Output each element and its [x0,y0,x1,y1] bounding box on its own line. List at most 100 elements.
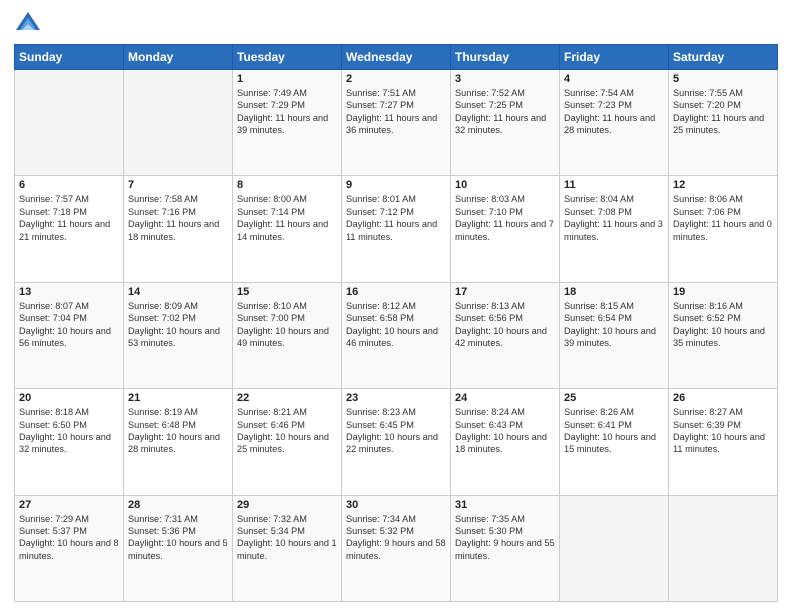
day-number: 27 [19,499,119,511]
day-info: Sunrise: 8:10 AMSunset: 7:00 PMDaylight:… [237,300,337,350]
calendar-cell: 10 Sunrise: 8:03 AMSunset: 7:10 PMDayligh… [451,176,560,282]
day-number: 28 [128,499,228,511]
day-info: Sunrise: 8:16 AMSunset: 6:52 PMDaylight:… [673,300,773,350]
weekday-header-sunday: Sunday [15,45,124,70]
calendar-cell: 24 Sunrise: 8:24 AMSunset: 6:43 PMDayligh… [451,389,560,495]
day-info: Sunrise: 8:27 AMSunset: 6:39 PMDaylight:… [673,406,773,456]
day-info: Sunrise: 8:24 AMSunset: 6:43 PMDaylight:… [455,406,555,456]
weekday-header-thursday: Thursday [451,45,560,70]
weekday-header-saturday: Saturday [669,45,778,70]
calendar-cell: 12 Sunrise: 8:06 AMSunset: 7:06 PMDayligh… [669,176,778,282]
day-number: 18 [564,286,664,298]
calendar-cell [15,70,124,176]
calendar-cell: 5 Sunrise: 7:55 AMSunset: 7:20 PMDaylight… [669,70,778,176]
calendar-cell: 14 Sunrise: 8:09 AMSunset: 7:02 PMDayligh… [124,282,233,388]
calendar-cell: 7 Sunrise: 7:58 AMSunset: 7:16 PMDaylight… [124,176,233,282]
day-number: 15 [237,286,337,298]
calendar-cell: 1 Sunrise: 7:49 AMSunset: 7:29 PMDaylight… [233,70,342,176]
day-number: 3 [455,73,555,85]
day-info: Sunrise: 7:52 AMSunset: 7:25 PMDaylight:… [455,87,555,137]
calendar-cell: 13 Sunrise: 8:07 AMSunset: 7:04 PMDayligh… [15,282,124,388]
day-info: Sunrise: 7:31 AMSunset: 5:36 PMDaylight:… [128,513,228,563]
calendar-cell: 30 Sunrise: 7:34 AMSunset: 5:32 PMDayligh… [342,495,451,601]
day-number: 2 [346,73,446,85]
calendar-cell: 22 Sunrise: 8:21 AMSunset: 6:46 PMDayligh… [233,389,342,495]
calendar-cell: 23Sunrise: 8:23 AMSunset: 6:45 PMDayligh… [342,389,451,495]
day-info: Sunrise: 8:09 AMSunset: 7:02 PMDaylight:… [128,300,228,350]
logo [14,10,46,38]
day-number: 4 [564,73,664,85]
day-number: 5 [673,73,773,85]
calendar-week-1: 1 Sunrise: 7:49 AMSunset: 7:29 PMDaylight… [15,70,778,176]
calendar-cell: 8Sunrise: 8:00 AMSunset: 7:14 PMDaylight… [233,176,342,282]
calendar-cell: 17Sunrise: 8:13 AMSunset: 6:56 PMDayligh… [451,282,560,388]
day-number: 31 [455,499,555,511]
day-info: Sunrise: 8:06 AMSunset: 7:06 PMDaylight:… [673,193,773,243]
day-number: 9 [346,179,446,191]
calendar-body: 1 Sunrise: 7:49 AMSunset: 7:29 PMDaylight… [15,70,778,602]
logo-icon [14,10,42,38]
calendar-week-2: 6 Sunrise: 7:57 AMSunset: 7:18 PMDaylight… [15,176,778,282]
day-number: 14 [128,286,228,298]
calendar-cell: 6 Sunrise: 7:57 AMSunset: 7:18 PMDaylight… [15,176,124,282]
calendar-cell: 18Sunrise: 8:15 AMSunset: 6:54 PMDayligh… [560,282,669,388]
calendar-cell [560,495,669,601]
day-info: Sunrise: 8:07 AMSunset: 7:04 PMDaylight:… [19,300,119,350]
calendar-cell: 21 Sunrise: 8:19 AMSunset: 6:48 PMDayligh… [124,389,233,495]
day-info: Sunrise: 8:26 AMSunset: 6:41 PMDaylight:… [564,406,664,456]
day-info: Sunrise: 7:49 AMSunset: 7:29 PMDaylight:… [237,87,337,137]
day-info: Sunrise: 7:55 AMSunset: 7:20 PMDaylight:… [673,87,773,137]
day-number: 6 [19,179,119,191]
day-info: Sunrise: 8:19 AMSunset: 6:48 PMDaylight:… [128,406,228,456]
day-info: Sunrise: 7:54 AMSunset: 7:23 PMDaylight:… [564,87,664,137]
day-number: 29 [237,499,337,511]
day-number: 19 [673,286,773,298]
calendar-cell: 11Sunrise: 8:04 AMSunset: 7:08 PMDayligh… [560,176,669,282]
day-info: Sunrise: 8:21 AMSunset: 6:46 PMDaylight:… [237,406,337,456]
day-info: Sunrise: 7:34 AMSunset: 5:32 PMDaylight:… [346,513,446,563]
day-number: 24 [455,392,555,404]
calendar-cell: 25 Sunrise: 8:26 AMSunset: 6:41 PMDayligh… [560,389,669,495]
day-number: 13 [19,286,119,298]
calendar-cell: 29 Sunrise: 7:32 AMSunset: 5:34 PMDayligh… [233,495,342,601]
calendar-cell: 31 Sunrise: 7:35 AMSunset: 5:30 PMDayligh… [451,495,560,601]
calendar-cell: 4 Sunrise: 7:54 AMSunset: 7:23 PMDaylight… [560,70,669,176]
calendar-cell: 26Sunrise: 8:27 AMSunset: 6:39 PMDayligh… [669,389,778,495]
day-number: 22 [237,392,337,404]
calendar-cell: 9 Sunrise: 8:01 AMSunset: 7:12 PMDaylight… [342,176,451,282]
day-info: Sunrise: 8:12 AMSunset: 6:58 PMDaylight:… [346,300,446,350]
day-number: 25 [564,392,664,404]
day-number: 30 [346,499,446,511]
weekday-header-wednesday: Wednesday [342,45,451,70]
calendar-cell: 15 Sunrise: 8:10 AMSunset: 7:00 PMDayligh… [233,282,342,388]
day-info: Sunrise: 8:03 AMSunset: 7:10 PMDaylight:… [455,193,555,243]
day-info: Sunrise: 7:32 AMSunset: 5:34 PMDaylight:… [237,513,337,563]
calendar-cell: 3 Sunrise: 7:52 AMSunset: 7:25 PMDaylight… [451,70,560,176]
calendar-cell [669,495,778,601]
day-number: 16 [346,286,446,298]
weekday-header-row: SundayMondayTuesdayWednesdayThursdayFrid… [15,45,778,70]
calendar-table: SundayMondayTuesdayWednesdayThursdayFrid… [14,44,778,602]
calendar-week-4: 20Sunrise: 8:18 AMSunset: 6:50 PMDayligh… [15,389,778,495]
day-number: 11 [564,179,664,191]
weekday-header-friday: Friday [560,45,669,70]
header [14,10,778,38]
day-number: 10 [455,179,555,191]
day-number: 7 [128,179,228,191]
day-number: 21 [128,392,228,404]
calendar-cell: 28 Sunrise: 7:31 AMSunset: 5:36 PMDayligh… [124,495,233,601]
day-info: Sunrise: 7:35 AMSunset: 5:30 PMDaylight:… [455,513,555,563]
day-info: Sunrise: 7:57 AMSunset: 7:18 PMDaylight:… [19,193,119,243]
calendar-cell: 16 Sunrise: 8:12 AMSunset: 6:58 PMDayligh… [342,282,451,388]
calendar-cell: 27 Sunrise: 7:29 AMSunset: 5:37 PMDayligh… [15,495,124,601]
calendar-cell: 2Sunrise: 7:51 AMSunset: 7:27 PMDaylight… [342,70,451,176]
weekday-header-tuesday: Tuesday [233,45,342,70]
weekday-header-monday: Monday [124,45,233,70]
day-info: Sunrise: 7:58 AMSunset: 7:16 PMDaylight:… [128,193,228,243]
day-number: 8 [237,179,337,191]
day-number: 1 [237,73,337,85]
day-info: Sunrise: 8:01 AMSunset: 7:12 PMDaylight:… [346,193,446,243]
calendar-cell [124,70,233,176]
day-info: Sunrise: 7:29 AMSunset: 5:37 PMDaylight:… [19,513,119,563]
day-number: 12 [673,179,773,191]
